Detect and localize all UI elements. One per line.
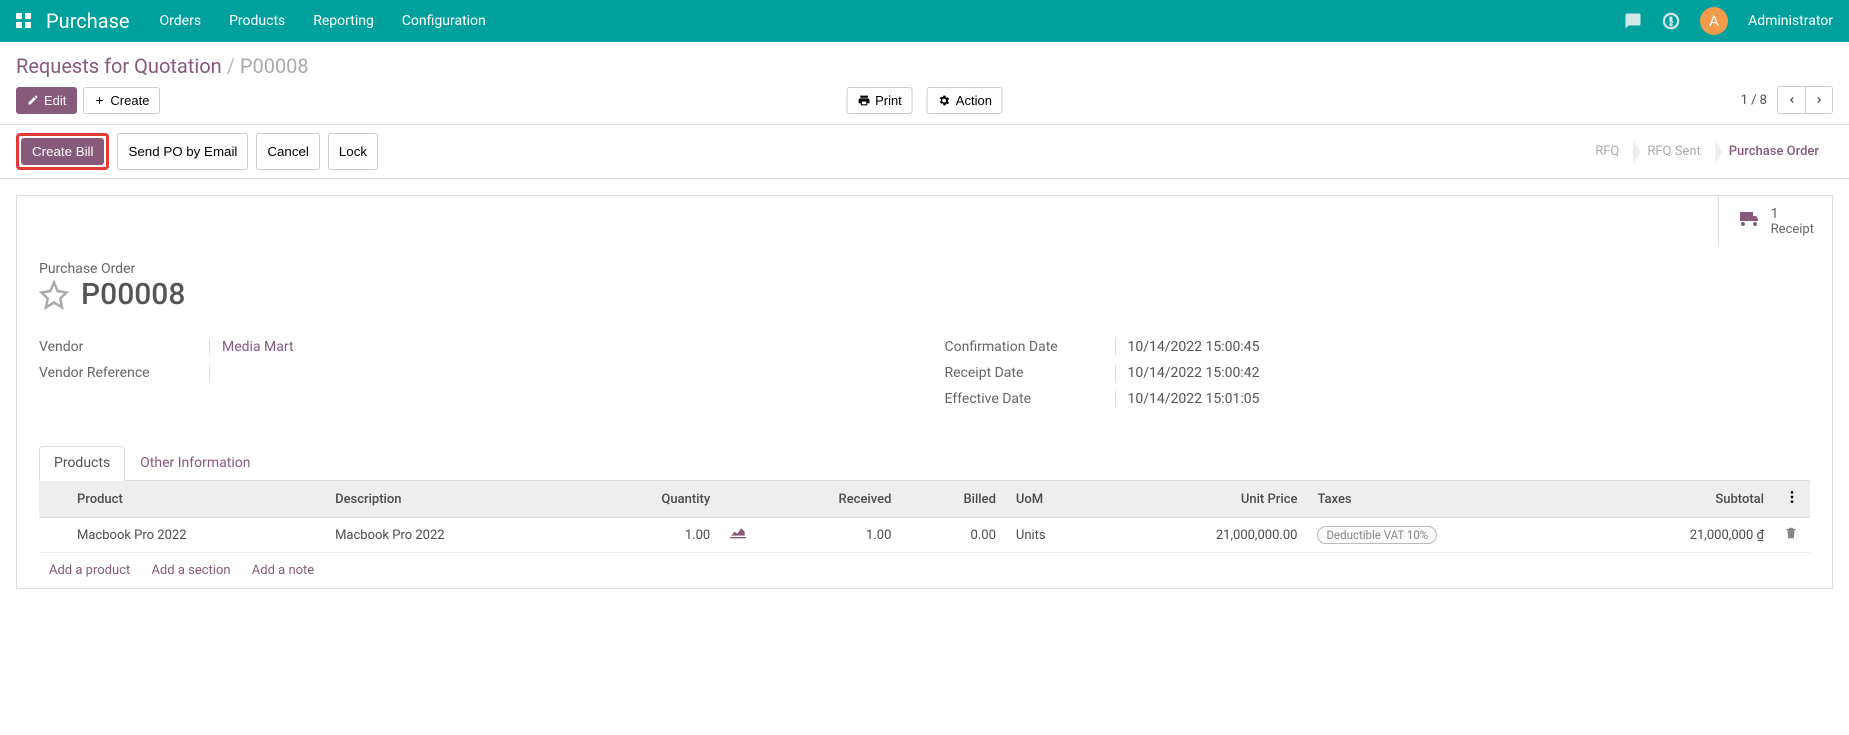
conversations-icon[interactable]: [1624, 12, 1642, 30]
activities-icon[interactable]: [1662, 12, 1680, 30]
stat-count: 1: [1771, 206, 1814, 222]
tab-products[interactable]: Products: [39, 446, 125, 481]
cell-unit-price: 21,000,000.00: [1105, 518, 1307, 553]
printer-icon: [857, 94, 870, 107]
cell-subtotal: 21,000,000 ₫: [1586, 518, 1774, 553]
vendor-value[interactable]: Media Mart: [209, 339, 294, 355]
pencil-icon: [27, 94, 39, 106]
edit-label: Edit: [44, 93, 66, 108]
chevron-left-icon: [1787, 95, 1797, 105]
apps-icon[interactable]: [16, 13, 32, 29]
th-subtotal: Subtotal: [1586, 481, 1774, 518]
form-sheet: 1 Receipt Purchase Order P00008 Vendor M…: [16, 195, 1833, 589]
add-product-link[interactable]: Add a product: [49, 563, 130, 578]
th-description: Description: [325, 481, 583, 518]
app-brand[interactable]: Purchase: [46, 9, 130, 33]
toolbar: Edit Create Print Action 1 / 8: [0, 86, 1849, 124]
star-icon[interactable]: [39, 280, 69, 310]
create-bill-button[interactable]: Create Bill: [21, 138, 104, 165]
kebab-icon[interactable]: [1784, 489, 1800, 505]
pager-next[interactable]: [1805, 86, 1833, 114]
lock-button[interactable]: Lock: [328, 133, 378, 170]
record-type-label: Purchase Order: [39, 261, 1810, 277]
print-button[interactable]: Print: [846, 87, 913, 114]
breadcrumb-current: P00008: [240, 54, 309, 78]
cell-received: 1.00: [756, 518, 901, 553]
action-button[interactable]: Action: [927, 87, 1003, 114]
th-taxes: Taxes: [1307, 481, 1586, 518]
plus-icon: [94, 95, 105, 106]
create-button[interactable]: Create: [83, 87, 160, 114]
effective-date-value: 10/14/2022 15:01:05: [1115, 391, 1260, 407]
trash-icon[interactable]: [1784, 526, 1798, 540]
cell-quantity: 1.00: [583, 518, 720, 553]
breadcrumb-sep: /: [227, 54, 240, 78]
cell-uom: Units: [1006, 518, 1105, 553]
add-note-link[interactable]: Add a note: [252, 563, 314, 578]
vendor-label: Vendor: [39, 339, 209, 355]
user-name[interactable]: Administrator: [1748, 13, 1833, 29]
action-label: Action: [956, 93, 992, 108]
stage-rfq-sent[interactable]: RFQ Sent: [1633, 138, 1714, 165]
cell-product: Macbook Pro 2022: [67, 518, 325, 553]
truck-icon: [1737, 208, 1761, 236]
th-unit-price: Unit Price: [1105, 481, 1307, 518]
stage-purchase-order[interactable]: Purchase Order: [1715, 138, 1833, 165]
graph-icon[interactable]: [730, 527, 746, 539]
confirm-date-value: 10/14/2022 15:00:45: [1115, 339, 1260, 355]
stat-receipt[interactable]: 1 Receipt: [1718, 196, 1832, 247]
status-stages: RFQ RFQ Sent Purchase Order: [1581, 138, 1833, 165]
confirm-date-label: Confirmation Date: [945, 339, 1115, 355]
print-label: Print: [875, 93, 902, 108]
pager-text: 1 / 8: [1741, 93, 1767, 108]
nav-reporting[interactable]: Reporting: [313, 13, 374, 29]
edit-button[interactable]: Edit: [16, 87, 77, 114]
create-label: Create: [110, 93, 149, 108]
table-row[interactable]: Macbook Pro 2022 Macbook Pro 2022 1.00 1…: [39, 518, 1810, 553]
cell-billed: 0.00: [901, 518, 1005, 553]
th-uom: UoM: [1006, 481, 1105, 518]
add-section-link[interactable]: Add a section: [151, 563, 230, 578]
status-bar: Create Bill Send PO by Email Cancel Lock…: [0, 124, 1849, 179]
nav-orders[interactable]: Orders: [160, 13, 202, 29]
cell-description: Macbook Pro 2022: [325, 518, 583, 553]
th-product: Product: [67, 481, 325, 518]
tab-other-info[interactable]: Other Information: [125, 446, 265, 480]
chevron-right-icon: [1814, 95, 1824, 105]
order-name: P00008: [81, 277, 185, 312]
top-nav: Purchase Orders Products Reporting Confi…: [0, 0, 1849, 42]
cell-tax: Deductible VAT 10%: [1317, 526, 1437, 544]
vendor-ref-label: Vendor Reference: [39, 365, 209, 383]
th-quantity: Quantity: [583, 481, 720, 518]
send-po-button[interactable]: Send PO by Email: [117, 133, 248, 170]
breadcrumb-parent[interactable]: Requests for Quotation: [16, 54, 222, 78]
effective-date-label: Effective Date: [945, 391, 1115, 407]
breadcrumb: Requests for Quotation / P00008: [0, 42, 1849, 86]
stat-label: Receipt: [1771, 222, 1814, 237]
pager-prev[interactable]: [1777, 86, 1805, 114]
highlight-box: Create Bill: [16, 133, 109, 170]
th-billed: Billed: [901, 481, 1005, 518]
th-received: Received: [756, 481, 901, 518]
nav-configuration[interactable]: Configuration: [402, 13, 486, 29]
receipt-date-value: 10/14/2022 15:00:42: [1115, 365, 1260, 381]
avatar[interactable]: A: [1700, 7, 1728, 35]
cancel-button[interactable]: Cancel: [256, 133, 320, 170]
lines-table: Product Description Quantity Received Bi…: [39, 481, 1810, 553]
receipt-date-label: Receipt Date: [945, 365, 1115, 381]
gear-icon: [938, 94, 951, 107]
nav-products[interactable]: Products: [229, 13, 285, 29]
vendor-ref-value: [209, 365, 222, 383]
stage-rfq[interactable]: RFQ: [1581, 138, 1633, 165]
